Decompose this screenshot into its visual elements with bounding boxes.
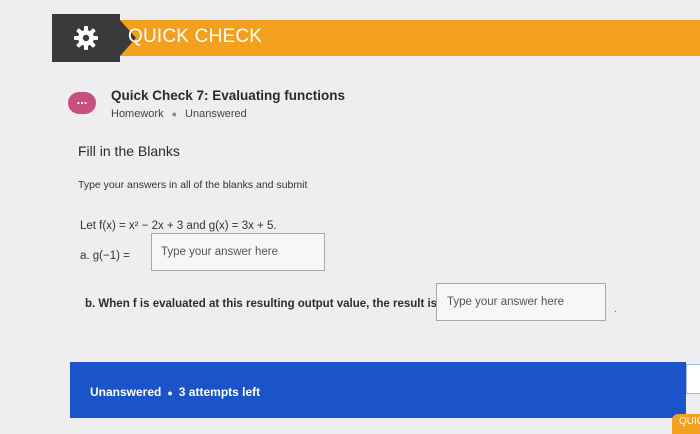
assignment-category: Homework <box>111 108 164 120</box>
part-b-label: b. When f is evaluated at this resulting… <box>85 298 438 310</box>
part-b-suffix: . <box>614 304 617 315</box>
question-heading: Fill in the Blanks <box>78 143 180 159</box>
question-instructions: Type your answers in all of the blanks a… <box>78 179 308 191</box>
assignment-status: Unanswered <box>185 108 247 120</box>
side-tab[interactable] <box>686 364 700 394</box>
more-options-badge[interactable]: ... <box>68 92 96 114</box>
part-a-answer-input[interactable] <box>151 233 325 271</box>
status-label: Unanswered <box>90 385 162 399</box>
assignment-meta: Homework ● Unanswered <box>111 108 247 120</box>
settings-button[interactable] <box>52 14 120 62</box>
problem-statement: Let f(x) = x² − 2x + 3 and g(x) = 3x + 5… <box>80 220 277 232</box>
quick-check-banner: QUICK CHECK <box>52 14 700 62</box>
assignment-title: Quick Check 7: Evaluating functions <box>111 88 346 103</box>
attempts-left: 3 attempts left <box>178 385 261 399</box>
separator-dot: ● <box>167 388 173 398</box>
part-a-label: a. g(−1) = <box>80 250 130 262</box>
banner-title: QUICK CHECK <box>128 26 263 47</box>
gear-icon <box>74 26 98 50</box>
quick-check-corner-button[interactable]: QUIC <box>672 414 700 434</box>
submission-status: Unanswered ● 3 attempts left <box>90 385 260 399</box>
part-b-answer-input[interactable] <box>436 283 606 321</box>
separator-dot: ● <box>171 109 178 119</box>
